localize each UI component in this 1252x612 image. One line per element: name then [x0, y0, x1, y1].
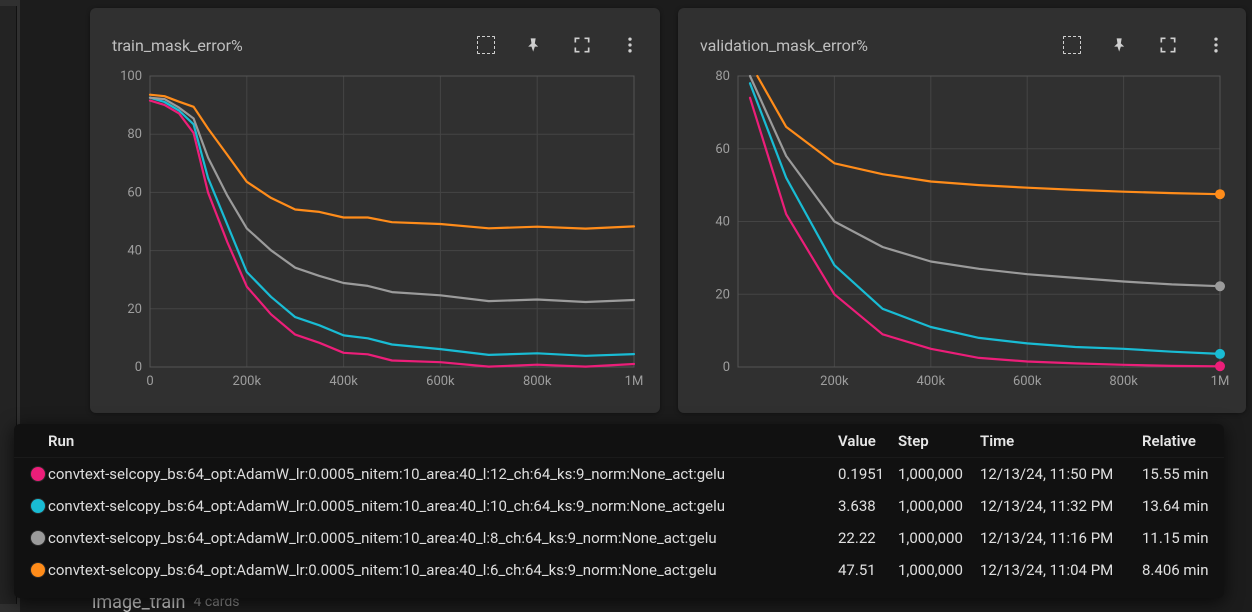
chart-svg-host[interactable]: 0 20 40 60 80 100 0 200k 400k 600k 800k 1M — [106, 70, 646, 397]
svg-text:800k: 800k — [1109, 374, 1138, 389]
svg-text:0: 0 — [135, 360, 142, 375]
run-name: convtext-selcopy_bs:64_opt:AdamW_lr:0.00… — [48, 497, 838, 515]
tooltip-header-row: Run Value Step Time Relative — [14, 424, 1224, 458]
svg-text:100: 100 — [120, 70, 142, 84]
time-cell: 12/13/24, 11:04 PM — [980, 561, 1142, 579]
step-cell: 1,000,000 — [898, 497, 980, 515]
time-cell: 12/13/24, 11:50 PM — [980, 465, 1142, 483]
value-cell: 22.22 — [838, 529, 898, 547]
value-cell: 0.1951 — [838, 465, 898, 483]
col-step[interactable]: Step — [898, 432, 980, 450]
tooltip-row[interactable]: convtext-selcopy_bs:64_opt:AdamW_lr:0.00… — [14, 554, 1224, 586]
svg-text:200k: 200k — [233, 374, 262, 389]
card-header: train_mask_error% — [90, 8, 660, 70]
col-run[interactable]: Run — [48, 432, 838, 450]
run-name: convtext-selcopy_bs:64_opt:AdamW_lr:0.00… — [48, 529, 838, 547]
run-swatch-icon — [31, 499, 45, 513]
toggle-size-icon[interactable] — [1062, 35, 1082, 55]
fullscreen-icon[interactable] — [1158, 35, 1178, 55]
svg-text:60: 60 — [127, 185, 142, 200]
chart-card-validation-mask-error: validation_mask_error% 0 20 — [678, 8, 1246, 413]
step-cell: 1,000,000 — [898, 529, 980, 547]
tooltip-row[interactable]: convtext-selcopy_bs:64_opt:AdamW_lr:0.00… — [14, 458, 1224, 490]
relative-cell: 13.64 min — [1142, 497, 1224, 515]
svg-text:20: 20 — [127, 302, 142, 317]
col-time[interactable]: Time — [980, 432, 1142, 450]
card-title: validation_mask_error% — [700, 36, 868, 55]
svg-text:400k: 400k — [329, 374, 358, 389]
relative-cell: 11.15 min — [1142, 529, 1224, 547]
more-menu-icon[interactable] — [1206, 35, 1226, 55]
tooltip-row[interactable]: convtext-selcopy_bs:64_opt:AdamW_lr:0.00… — [14, 490, 1224, 522]
chart-svg-host[interactable]: 0 20 40 60 80 200k 400k 600k 800k 1M — [694, 70, 1232, 397]
more-menu-icon[interactable] — [620, 35, 640, 55]
relative-cell: 8.406 min — [1142, 561, 1224, 579]
svg-text:400k: 400k — [917, 374, 946, 389]
card-header: validation_mask_error% — [678, 8, 1246, 70]
svg-text:0: 0 — [723, 360, 730, 375]
fullscreen-icon[interactable] — [572, 35, 592, 55]
svg-text:200k: 200k — [820, 374, 849, 389]
value-cell: 47.51 — [838, 561, 898, 579]
svg-text:20: 20 — [715, 287, 730, 302]
hover-tooltip-panel: Run Value Step Time Relative convtext-se… — [14, 424, 1224, 598]
step-cell: 1,000,000 — [898, 561, 980, 579]
svg-text:600k: 600k — [1013, 374, 1042, 389]
col-relative[interactable]: Relative — [1142, 432, 1224, 450]
svg-text:80: 80 — [715, 70, 730, 84]
svg-text:40: 40 — [127, 244, 142, 259]
card-actions — [476, 35, 640, 55]
svg-text:800k: 800k — [523, 374, 552, 389]
card-title: train_mask_error% — [112, 36, 243, 55]
card-actions — [1062, 35, 1226, 55]
chart-card-train-mask-error: train_mask_error% 02040608 — [90, 8, 660, 413]
run-swatch-icon — [31, 563, 45, 577]
run-swatch-icon — [31, 531, 45, 545]
time-cell: 12/13/24, 11:32 PM — [980, 497, 1142, 515]
value-cell: 3.638 — [838, 497, 898, 515]
pin-icon[interactable] — [1110, 35, 1130, 55]
step-cell: 1,000,000 — [898, 465, 980, 483]
svg-text:600k: 600k — [426, 374, 455, 389]
svg-text:60: 60 — [715, 142, 730, 157]
relative-cell: 15.55 min — [1142, 465, 1224, 483]
toggle-size-icon[interactable] — [476, 35, 496, 55]
time-cell: 12/13/24, 11:16 PM — [980, 529, 1142, 547]
run-swatch-icon — [31, 467, 45, 481]
svg-text:1M: 1M — [1211, 374, 1230, 389]
svg-text:80: 80 — [127, 127, 142, 142]
run-name: convtext-selcopy_bs:64_opt:AdamW_lr:0.00… — [48, 465, 838, 483]
svg-text:1M: 1M — [625, 374, 644, 389]
tooltip-row[interactable]: convtext-selcopy_bs:64_opt:AdamW_lr:0.00… — [14, 522, 1224, 554]
run-name: convtext-selcopy_bs:64_opt:AdamW_lr:0.00… — [48, 561, 838, 579]
svg-text:0: 0 — [146, 374, 153, 389]
col-value[interactable]: Value — [838, 432, 898, 450]
svg-text:40: 40 — [715, 215, 730, 230]
pin-icon[interactable] — [524, 35, 544, 55]
